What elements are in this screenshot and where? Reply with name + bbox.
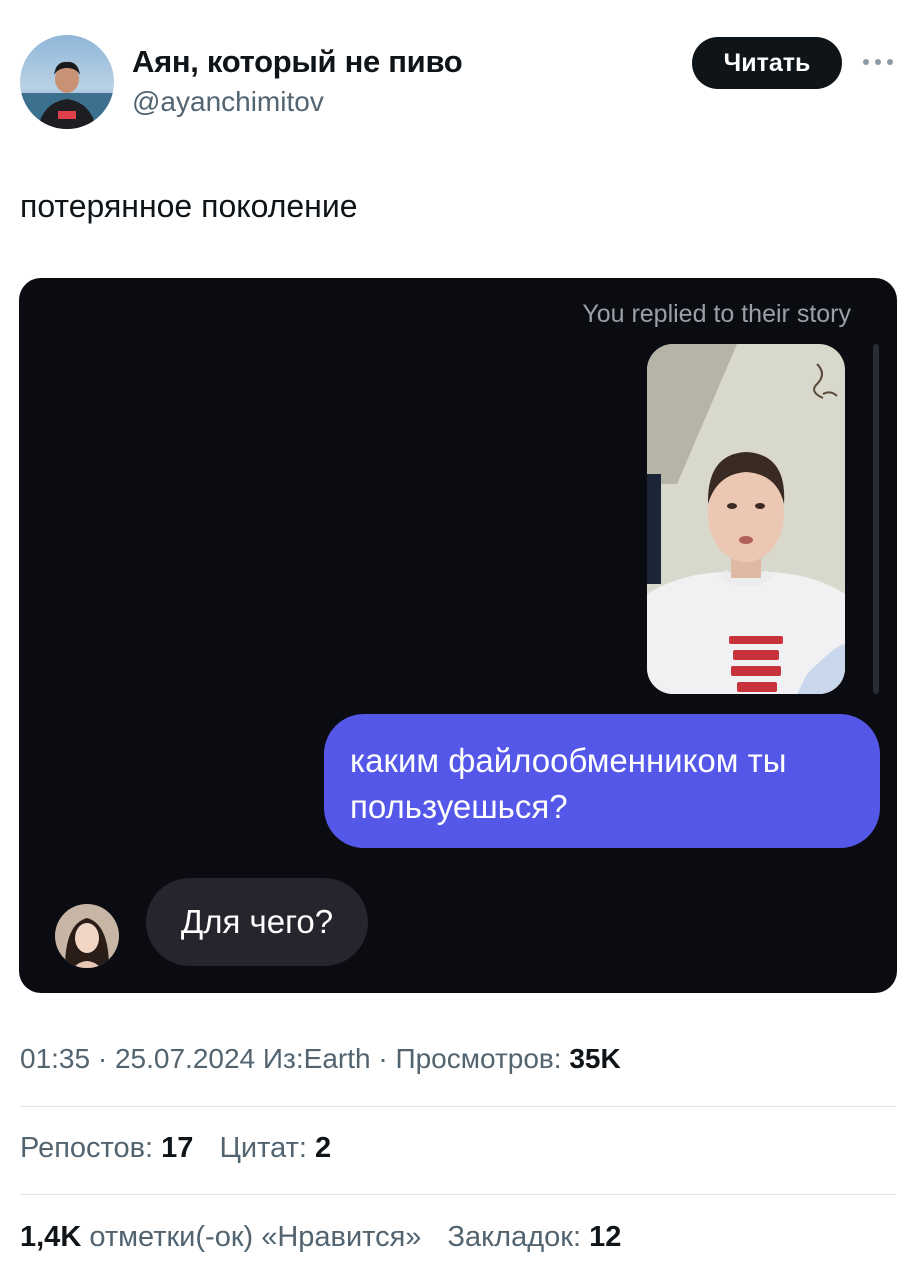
likes-label[interactable]: отметки(-ок) «Нравится» <box>89 1221 421 1253</box>
quotes-count[interactable]: 2 <box>315 1132 331 1164</box>
views-label: Просмотров: <box>395 1043 562 1074</box>
author-avatar[interactable] <box>20 35 114 129</box>
tweet-text: потерянное поколение <box>20 188 358 224</box>
incoming-message: Для чего? <box>146 878 368 966</box>
separator-dot: · <box>97 1043 115 1074</box>
bookmarks-count[interactable]: 12 <box>589 1221 621 1253</box>
scrollbar[interactable] <box>873 344 879 694</box>
tweet-source: Earth <box>303 1043 371 1074</box>
story-thumbnail[interactable] <box>647 344 845 694</box>
likes-bookmarks-row: 1,4K отметки(-ок) «Нравится» Закладок: 1… <box>20 1221 621 1254</box>
story-reply-caption: You replied to their story <box>582 300 851 328</box>
author-handle[interactable]: @ayanchimitov <box>132 86 324 118</box>
contact-avatar <box>55 904 119 968</box>
likes-count[interactable]: 1,4K <box>20 1221 81 1253</box>
tweet-meta: 01:35 · 25.07.2024 Из:Earth · Просмотров… <box>20 1043 621 1075</box>
views-count: 35K <box>569 1043 621 1074</box>
reposts-count[interactable]: 17 <box>161 1132 193 1164</box>
reposts-label[interactable]: Репостов: <box>20 1132 153 1164</box>
divider <box>20 1106 896 1107</box>
tweet-media[interactable]: You replied to their story каким файлооб… <box>19 278 897 993</box>
author-name[interactable]: Аян, который не пиво <box>132 44 463 80</box>
reposts-quotes-row: Репостов: 17 Цитат: 2 <box>20 1132 331 1165</box>
separator-dot: · <box>378 1043 396 1074</box>
tweet-date[interactable]: 25.07.2024 <box>115 1043 255 1074</box>
tweet-time[interactable]: 01:35 <box>20 1043 90 1074</box>
divider <box>20 1194 896 1195</box>
follow-button[interactable]: Читать <box>692 37 842 89</box>
quotes-label[interactable]: Цитат: <box>219 1132 306 1164</box>
source-label: Из: <box>262 1043 304 1074</box>
ellipsis-icon[interactable] <box>862 46 894 78</box>
outgoing-message: каким файлообменником ты пользуешься? <box>324 714 880 848</box>
bookmarks-label[interactable]: Закладок: <box>448 1221 582 1253</box>
